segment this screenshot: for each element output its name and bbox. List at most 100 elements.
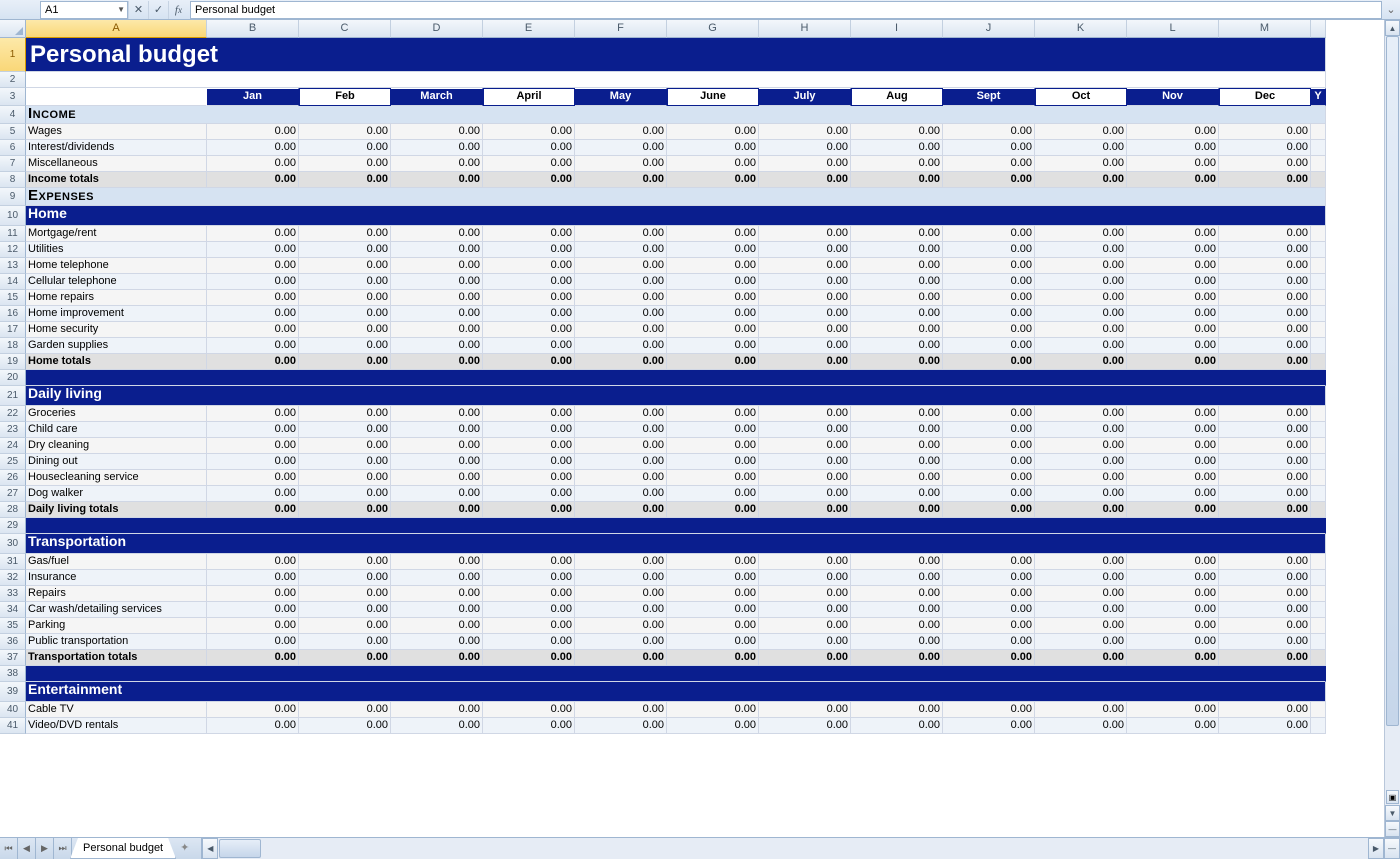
value-cell[interactable]: 0.00 <box>943 586 1035 602</box>
value-cell[interactable]: 0.00 <box>1035 306 1127 322</box>
value-cell[interactable]: 0.00 <box>1219 274 1311 290</box>
value-cell[interactable]: 0.00 <box>943 290 1035 306</box>
value-cell[interactable]: 0.00 <box>483 226 575 242</box>
value-cell[interactable]: 0.00 <box>943 354 1035 370</box>
value-cell[interactable]: 0.00 <box>851 406 943 422</box>
value-cell[interactable]: 0.00 <box>851 306 943 322</box>
value-cell[interactable]: 0.00 <box>1219 322 1311 338</box>
row-header-32[interactable]: 32 <box>0 570 26 586</box>
value-cell[interactable]: 0.00 <box>207 172 299 188</box>
scroll-down-button[interactable]: ▼ <box>1385 805 1400 821</box>
value-cell[interactable]: 0.00 <box>759 140 851 156</box>
value-cell[interactable]: 0.00 <box>943 274 1035 290</box>
subsection-header[interactable]: Entertainment <box>26 682 1326 702</box>
value-cell[interactable]: 0.00 <box>851 470 943 486</box>
row-label[interactable]: Insurance <box>26 570 207 586</box>
value-cell[interactable]: 0.00 <box>207 618 299 634</box>
value-cell[interactable]: 0.00 <box>1035 438 1127 454</box>
value-cell[interactable]: 0.00 <box>1219 718 1311 734</box>
value-cell[interactable]: 0.00 <box>1035 586 1127 602</box>
value-cell[interactable]: 0.00 <box>299 124 391 140</box>
value-cell[interactable]: 0.00 <box>1035 140 1127 156</box>
value-cell[interactable]: 0.00 <box>1127 172 1219 188</box>
row-header-26[interactable]: 26 <box>0 470 26 486</box>
value-cell[interactable]: 0.00 <box>943 454 1035 470</box>
value-cell[interactable]: 0.00 <box>1035 258 1127 274</box>
value-cell[interactable]: 0.00 <box>575 406 667 422</box>
value-cell[interactable]: 0.00 <box>299 140 391 156</box>
fx-button[interactable]: fx <box>168 1 188 19</box>
value-cell[interactable]: 0.00 <box>667 290 759 306</box>
value-cell[interactable]: 0.00 <box>759 602 851 618</box>
value-cell[interactable]: 0.00 <box>851 570 943 586</box>
value-cell[interactable]: 0.00 <box>759 454 851 470</box>
value-cell[interactable]: 0.00 <box>667 454 759 470</box>
value-cell[interactable]: 0.00 <box>299 618 391 634</box>
value-cell[interactable]: 0.00 <box>207 554 299 570</box>
value-cell[interactable]: 0.00 <box>1219 338 1311 354</box>
value-cell[interactable]: 0.00 <box>575 470 667 486</box>
row-label[interactable]: Cable TV <box>26 702 207 718</box>
row-header-10[interactable]: 10 <box>0 206 26 226</box>
value-cell[interactable]: 0.00 <box>667 338 759 354</box>
row-header-41[interactable]: 41 <box>0 718 26 734</box>
value-cell[interactable]: 0.00 <box>1127 570 1219 586</box>
value-cell[interactable]: 0.00 <box>299 274 391 290</box>
row-label[interactable]: Mortgage/rent <box>26 226 207 242</box>
row-header-20[interactable]: 20 <box>0 370 26 386</box>
value-cell[interactable]: 0.00 <box>667 124 759 140</box>
value-cell[interactable]: 0.00 <box>943 172 1035 188</box>
value-cell[interactable]: 0.00 <box>1127 406 1219 422</box>
row-label[interactable]: Repairs <box>26 586 207 602</box>
value-cell[interactable]: 0.00 <box>1127 618 1219 634</box>
value-cell[interactable]: 0.00 <box>391 634 483 650</box>
value-cell[interactable]: 0.00 <box>1035 554 1127 570</box>
value-cell[interactable]: 0.00 <box>943 602 1035 618</box>
value-cell[interactable]: 0.00 <box>851 226 943 242</box>
row-header-3[interactable]: 3 <box>0 88 26 106</box>
value-cell[interactable]: 0.00 <box>943 650 1035 666</box>
value-cell[interactable]: 0.00 <box>943 322 1035 338</box>
row-label[interactable]: Housecleaning service <box>26 470 207 486</box>
value-cell[interactable]: 0.00 <box>575 124 667 140</box>
col-header-B[interactable]: B <box>207 20 299 38</box>
value-cell[interactable]: 0.00 <box>207 226 299 242</box>
value-cell[interactable]: 0.00 <box>391 618 483 634</box>
value-cell[interactable]: 0.00 <box>391 226 483 242</box>
value-cell[interactable]: 0.00 <box>759 618 851 634</box>
value-cell[interactable]: 0.00 <box>483 274 575 290</box>
column-headers[interactable]: ABCDEFGHIJKLM <box>26 20 1384 38</box>
hscroll-resize-handle[interactable]: — <box>1384 838 1400 859</box>
row-label[interactable]: Home telephone <box>26 258 207 274</box>
row-header-15[interactable]: 15 <box>0 290 26 306</box>
new-sheet-button[interactable]: ✦ <box>174 838 195 859</box>
subsection-header[interactable]: Transportation <box>26 534 1326 554</box>
value-cell[interactable]: 0.00 <box>1035 172 1127 188</box>
value-cell[interactable]: 0.00 <box>207 650 299 666</box>
value-cell[interactable]: 0.00 <box>575 140 667 156</box>
month-header-jan[interactable]: Jan <box>207 88 299 106</box>
value-cell[interactable]: 0.00 <box>207 290 299 306</box>
value-cell[interactable]: 0.00 <box>759 354 851 370</box>
value-cell[interactable]: 0.00 <box>299 422 391 438</box>
value-cell[interactable]: 0.00 <box>667 140 759 156</box>
month-header-feb[interactable]: Feb <box>299 88 391 106</box>
value-cell[interactable]: 0.00 <box>391 322 483 338</box>
value-cell[interactable]: 0.00 <box>1035 338 1127 354</box>
row-label[interactable]: Wages <box>26 124 207 140</box>
row-label[interactable]: Parking <box>26 618 207 634</box>
col-header-I[interactable]: I <box>851 20 943 38</box>
row-header-28[interactable]: 28 <box>0 502 26 518</box>
value-cell[interactable]: 0.00 <box>299 586 391 602</box>
value-cell[interactable]: 0.00 <box>1219 702 1311 718</box>
row-label[interactable]: Income totals <box>26 172 207 188</box>
row-label[interactable]: Garden supplies <box>26 338 207 354</box>
value-cell[interactable]: 0.00 <box>299 172 391 188</box>
month-header-aug[interactable]: Aug <box>851 88 943 106</box>
value-cell[interactable]: 0.00 <box>207 322 299 338</box>
row-header-39[interactable]: 39 <box>0 682 26 702</box>
col-header-A[interactable]: A <box>26 20 207 38</box>
row-label[interactable]: Dry cleaning <box>26 438 207 454</box>
value-cell[interactable]: 0.00 <box>575 718 667 734</box>
value-cell[interactable]: 0.00 <box>851 124 943 140</box>
